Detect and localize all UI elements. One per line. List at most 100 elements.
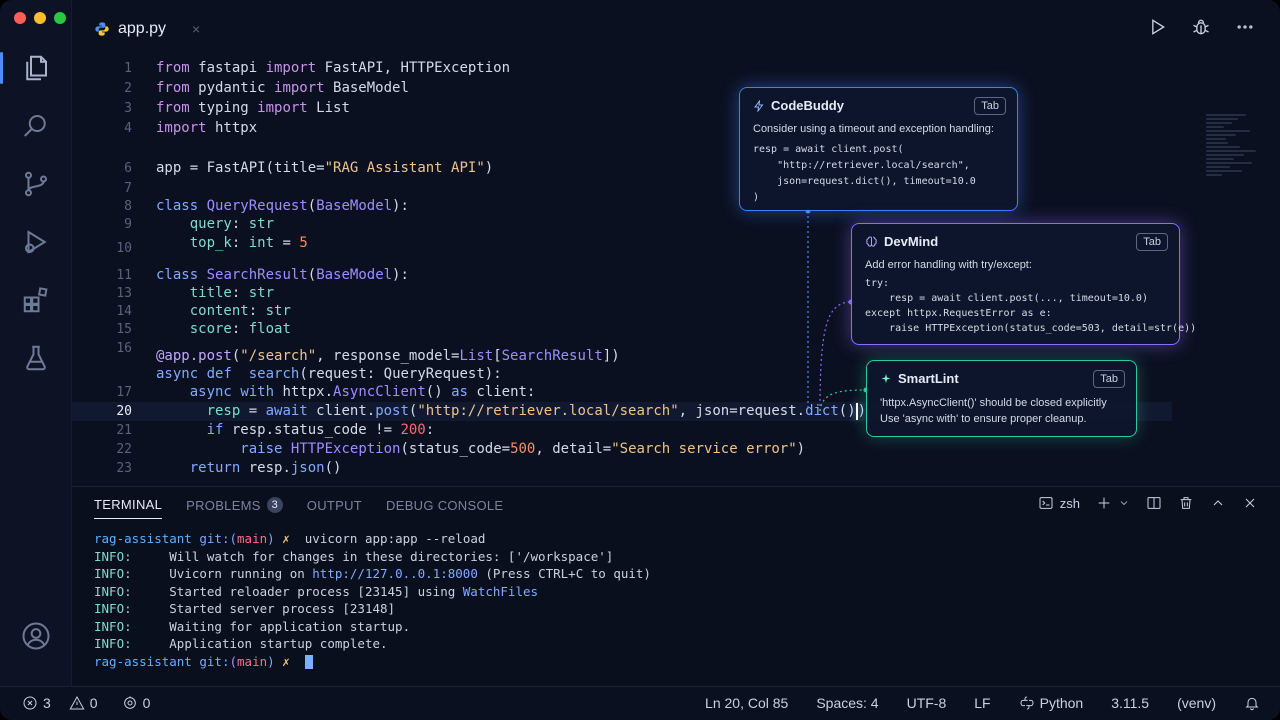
warnings-indicator[interactable]: 0	[69, 695, 98, 711]
code-line: 23 return resp.json()	[72, 459, 1172, 478]
python-file-icon	[95, 22, 109, 36]
warning-icon	[69, 695, 85, 710]
language-mode[interactable]: Python	[1019, 695, 1084, 711]
ports-count: 0	[142, 695, 151, 711]
card-message: Use 'async with' to ensure proper cleanu…	[880, 413, 1087, 425]
more-actions-button[interactable]	[1234, 16, 1256, 38]
prompt-line: rag-assistant git:(main) ✗	[94, 654, 313, 669]
code-text: return resp.json()	[189, 460, 342, 476]
panel-actions: zsh	[1038, 495, 1258, 511]
watchfiles-link[interactable]: WatchFiles	[463, 584, 538, 599]
code-text: content: str	[189, 303, 291, 319]
search-icon	[24, 115, 46, 137]
bottom-panel: TERMINAL PROBLEMS 3 OUTPUT DEBUG CONSOLE …	[72, 486, 1280, 686]
maximize-window-button[interactable]	[54, 12, 66, 24]
log-message: Started reloader process [23145] using	[169, 583, 463, 599]
tab-app-py[interactable]: app.py ×	[82, 12, 207, 48]
end-of-line[interactable]: LF	[974, 695, 990, 711]
line-number: 2	[124, 81, 132, 96]
line-number: 16	[116, 341, 132, 356]
ports-indicator[interactable]: 0	[122, 695, 151, 711]
code-text: from pydantic import BaseModel	[156, 80, 409, 96]
tab-terminal[interactable]: TERMINAL	[94, 497, 163, 519]
code-text: app = FastAPI(title="RAG Assistant API")	[156, 160, 494, 176]
prompt-git: git:(	[199, 531, 238, 546]
prompt-git-close: )	[267, 653, 275, 669]
explorer-button[interactable]	[0, 44, 72, 92]
prompt-git-close: )	[267, 531, 275, 546]
code-text: raise HTTPException(status_code=500, det…	[240, 441, 806, 457]
tab-problems[interactable]: PROBLEMS 3	[186, 497, 283, 519]
vscode-window: app.py × 1 from fastapi import FastAPI, H…	[0, 0, 1280, 720]
split-terminal-button[interactable]	[1146, 495, 1162, 511]
notifications-button[interactable]	[1244, 695, 1260, 711]
kill-terminal-button[interactable]	[1178, 495, 1194, 511]
testing-button[interactable]	[0, 334, 72, 382]
trash-icon	[1180, 497, 1192, 509]
prompt-repo: rag-assistant	[94, 653, 192, 669]
tab-debug-console[interactable]: DEBUG CONSOLE	[386, 497, 503, 519]
minimap[interactable]	[1206, 114, 1262, 194]
warnings-count: 0	[89, 695, 98, 711]
python-version[interactable]: 3.11.5	[1111, 695, 1149, 711]
extensions-icon	[23, 287, 48, 313]
code-line: 1 from fastapi import FastAPI, HTTPExcept…	[72, 59, 1172, 78]
line-number: 10	[116, 241, 132, 256]
terminal-selector[interactable]: zsh	[1038, 495, 1080, 511]
status-left: 3 0 0	[22, 695, 150, 711]
lightning-icon	[754, 99, 764, 112]
line-number: 20	[116, 404, 132, 419]
accept-tab-key[interactable]: Tab	[1093, 370, 1125, 388]
tab-output[interactable]: OUTPUT	[307, 497, 362, 519]
braces-icon	[1020, 696, 1034, 710]
close-window-button[interactable]	[14, 12, 26, 24]
indentation[interactable]: Spaces: 4	[816, 695, 878, 711]
bug-icon	[1193, 19, 1209, 35]
log-level: INFO:	[94, 601, 132, 616]
new-terminal-button[interactable]	[1096, 495, 1130, 511]
run-button[interactable]	[1146, 16, 1168, 38]
search-button[interactable]	[0, 102, 72, 150]
accept-tab-key[interactable]: Tab	[974, 97, 1006, 115]
code-text: score: float	[189, 321, 291, 337]
accept-tab-key[interactable]: Tab	[1136, 233, 1168, 251]
chevron-down-icon	[1120, 501, 1128, 506]
encoding[interactable]: UTF-8	[907, 695, 947, 711]
log-level: INFO:	[94, 566, 132, 581]
close-panel-button[interactable]	[1242, 495, 1258, 511]
debug-button[interactable]	[1190, 16, 1212, 38]
code-text: from fastapi import FastAPI, HTTPExcepti…	[156, 60, 511, 76]
source-control-button[interactable]	[0, 160, 72, 208]
codebuddy-suggestion-card[interactable]: CodeBuddy Tab Consider using a timeout a…	[739, 87, 1018, 211]
shell-name: zsh	[1059, 495, 1080, 511]
smartlint-suggestion-card[interactable]: SmartLint Tab 'httpx.AsyncClient()' shou…	[866, 360, 1137, 437]
editor-actions	[1146, 16, 1256, 38]
tab-label: DEBUG CONSOLE	[386, 497, 504, 513]
terminal-cursor	[304, 655, 313, 669]
minimize-window-button[interactable]	[34, 12, 46, 24]
python-env[interactable]: (venv)	[1177, 695, 1216, 711]
extensions-button[interactable]	[0, 276, 72, 324]
bell-icon	[1245, 697, 1259, 711]
tab-label: TERMINAL	[94, 497, 163, 512]
cursor-position[interactable]: Ln 20, Col 85	[705, 695, 788, 711]
line-number: 11	[116, 268, 132, 283]
maximize-panel-button[interactable]	[1210, 495, 1226, 511]
code-text: class SearchResult(BaseModel):	[156, 267, 409, 283]
devmind-suggestion-card[interactable]: DevMind Tab Add error handling with try/…	[851, 223, 1196, 345]
line-number: 6	[124, 161, 132, 176]
files-icon	[26, 55, 47, 81]
account-button[interactable]	[0, 612, 72, 660]
log-message: Application startup complete.	[169, 636, 388, 651]
server-url-link[interactable]: http://127.0..0.1:8000	[312, 566, 478, 581]
line-number: 1	[124, 61, 132, 76]
language-name: Python	[1039, 695, 1084, 711]
run-debug-button[interactable]	[0, 218, 72, 266]
text-cursor	[855, 402, 858, 420]
line-number: 4	[124, 121, 132, 136]
errors-indicator[interactable]: 3	[22, 695, 51, 711]
code-text: from typing import List	[156, 100, 350, 116]
code-text: resp = await client.post("http://retriev…	[206, 402, 867, 420]
tab-close-icon[interactable]: ×	[192, 21, 200, 37]
terminal-output[interactable]: rag-assistant git:(main) ✗ uvicorn app:a…	[94, 530, 651, 670]
